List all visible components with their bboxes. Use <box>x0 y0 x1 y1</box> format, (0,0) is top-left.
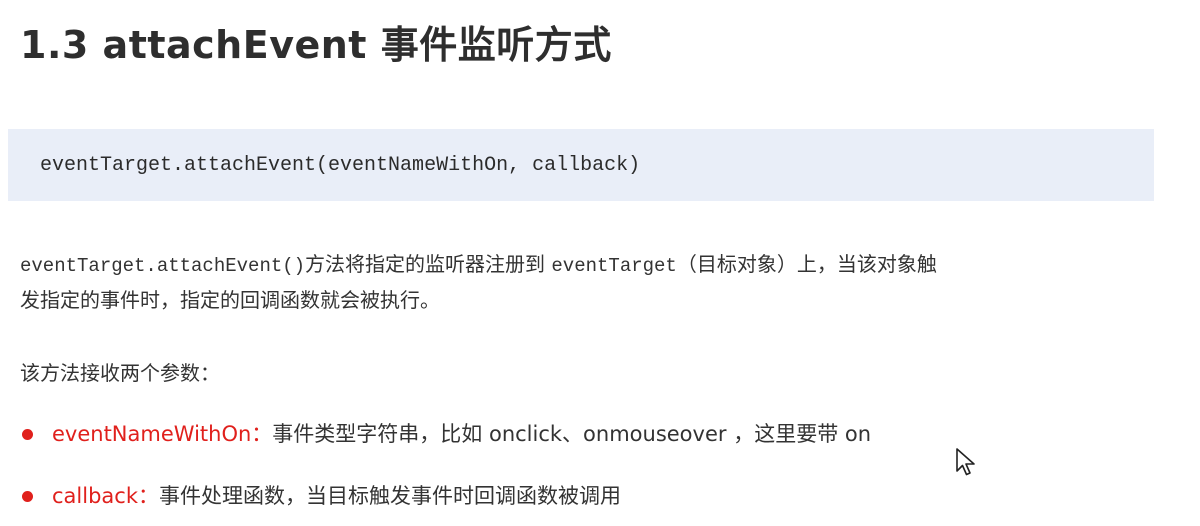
method-name: eventTarget.attachEvent() <box>20 255 306 277</box>
param-name: eventNameWithOn： <box>52 422 273 446</box>
code-block: eventTarget.attachEvent(eventNameWithOn,… <box>8 129 1154 201</box>
description-line-1: eventTarget.attachEvent()方法将指定的监听器注册到 ev… <box>20 247 1200 283</box>
page-title: 1.3 attachEvent 事件监听方式 <box>20 23 612 67</box>
code-syntax: eventTarget.attachEvent(eventNameWithOn,… <box>40 153 641 177</box>
param-item-callback: callback： 事件处理函数，当目标触发事件时回调函数被调用 <box>22 479 621 513</box>
description-line-2: 发指定的事件时，指定的回调函数就会被执行。 <box>20 288 440 312</box>
red-dot-bullet-icon <box>22 428 33 440</box>
param-item-event-name: eventNameWithOn： 事件类型字符串，比如 onclick、onmo… <box>22 417 871 451</box>
description-text-1: 方法将指定的监听器注册到 <box>305 252 552 276</box>
description-text-2: （目标对象）上，当该对象触 <box>676 252 937 276</box>
description-paragraph: eventTarget.attachEvent()方法将指定的监听器注册到 ev… <box>20 247 1200 317</box>
event-target-name: eventTarget <box>551 255 677 277</box>
param-description: 事件类型字符串，比如 onclick、onmouseover ，这里要带 on <box>272 422 872 446</box>
mouse-pointer-icon <box>956 448 975 476</box>
params-intro: 该方法接收两个参数： <box>20 361 220 385</box>
param-name: callback： <box>52 484 159 508</box>
param-description: 事件处理函数，当目标触发事件时回调函数被调用 <box>159 484 621 508</box>
red-dot-bullet-icon <box>22 490 33 502</box>
